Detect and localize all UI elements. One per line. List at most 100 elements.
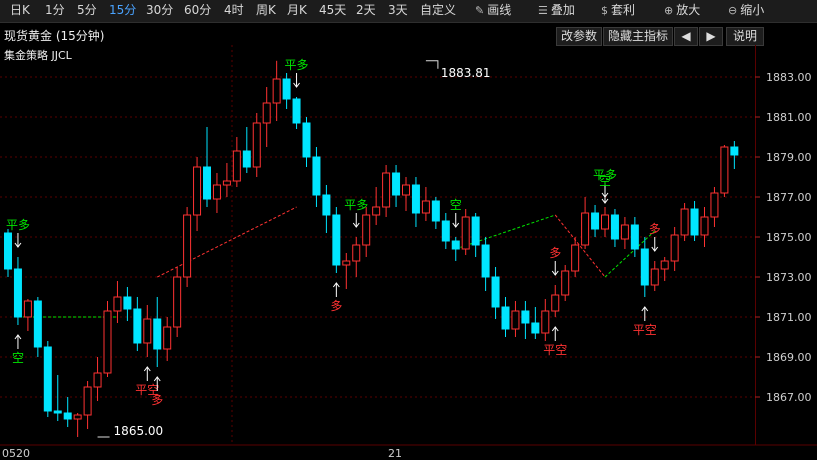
period-tab[interactable]: 45天 xyxy=(319,0,346,22)
period-tab[interactable]: 60分 xyxy=(184,0,211,22)
tool-label: 套利 xyxy=(611,3,636,17)
tool-zoom-in-button[interactable]: ⊕ 放大 xyxy=(664,0,700,22)
candle-body xyxy=(123,296,132,310)
tool-pencil-button[interactable]: ✎ 画线 xyxy=(475,0,511,22)
candlestick-chart[interactable]: 1883.00 1881.00 1879.00 1877.00 1875.00 1873.… xyxy=(0,45,817,460)
trend-line xyxy=(157,206,297,278)
period-tab[interactable]: 自定义 xyxy=(420,0,456,22)
help-button[interactable]: 说明 xyxy=(726,27,764,46)
period-tab[interactable]: 3天 xyxy=(388,0,408,22)
candle-body xyxy=(83,386,92,416)
y-tick-label: 1877.00 xyxy=(766,191,812,204)
signal-label: 平多 xyxy=(285,58,309,72)
candle-body xyxy=(451,240,460,250)
candle-body xyxy=(591,212,600,230)
candle-body xyxy=(531,322,540,334)
candle-body xyxy=(402,184,410,196)
candle-body xyxy=(212,184,221,200)
candle-body xyxy=(421,200,430,214)
x-tick-label: 0520 xyxy=(2,447,30,460)
next-button[interactable]: ▶ xyxy=(699,27,723,46)
signal-label: 多 xyxy=(330,299,342,313)
period-tab[interactable]: 5分 xyxy=(77,0,97,22)
period-tab[interactable]: 日K xyxy=(10,0,30,22)
period-tab[interactable]: 周K xyxy=(256,0,276,22)
signal-label: 空 xyxy=(599,174,611,188)
candle-body xyxy=(53,410,62,414)
candle-body xyxy=(163,326,172,350)
candle-body xyxy=(680,208,689,236)
candle-body xyxy=(312,156,321,196)
candle-body xyxy=(183,214,192,278)
period-tab[interactable]: 2天 xyxy=(356,0,376,22)
candle-body xyxy=(73,414,82,420)
y-tick-label: 1871.00 xyxy=(766,311,812,324)
candle-body xyxy=(232,150,241,182)
candle-body xyxy=(222,180,231,186)
tool-label: 叠加 xyxy=(550,3,575,17)
tool-label: 放大 xyxy=(676,3,701,17)
candle-body xyxy=(113,296,122,312)
candle-body xyxy=(521,310,530,324)
trend-line xyxy=(455,214,556,250)
candle-body xyxy=(4,232,12,270)
candle-body xyxy=(33,300,42,348)
candle-body xyxy=(23,300,32,318)
candle-body xyxy=(103,310,112,374)
candle-body xyxy=(501,306,510,330)
candle-body xyxy=(561,270,570,296)
tool-money-bag-button[interactable]: $ 套利 xyxy=(601,0,635,22)
candle-body xyxy=(431,200,440,222)
tool-zoom-out-button[interactable]: ⊖ 缩小 xyxy=(728,0,764,22)
candle-body xyxy=(610,214,619,240)
candle-body xyxy=(710,192,719,218)
candle-body xyxy=(541,310,550,334)
y-tick-label: 1883.00 xyxy=(766,71,812,84)
candle-body xyxy=(571,244,580,272)
pencil-icon: ✎ xyxy=(475,4,485,17)
candle-body xyxy=(491,276,500,308)
candle-body xyxy=(382,172,391,208)
candle-body xyxy=(133,308,142,344)
signal-label: 空 xyxy=(450,198,462,212)
period-tab[interactable]: 30分 xyxy=(146,0,173,22)
candle-body xyxy=(262,102,271,124)
candle-body xyxy=(203,166,211,200)
candle-body xyxy=(173,276,182,328)
tool-layers-button[interactable]: ☰ 叠加 xyxy=(538,0,575,22)
period-tab[interactable]: 月K xyxy=(287,0,307,22)
candle-body xyxy=(332,214,341,266)
candle-body xyxy=(640,248,649,286)
candle-body xyxy=(730,146,739,156)
candle-body xyxy=(352,244,361,262)
candle-body xyxy=(193,166,202,216)
high-price-label: 1883.81 xyxy=(441,66,491,80)
prev-button[interactable]: ◀ xyxy=(674,27,698,46)
period-tab[interactable]: 15分 xyxy=(109,0,136,22)
candle-body xyxy=(322,194,331,216)
signal-label: 多 xyxy=(649,222,661,236)
period-tab[interactable]: 4时 xyxy=(224,0,244,22)
candle-body xyxy=(362,214,371,246)
candle-body xyxy=(581,212,590,246)
candle-body xyxy=(690,208,699,236)
candle-body xyxy=(660,260,669,270)
toolbar: 日K 1分 5分 15分 30分 60分 4时 周K 月K 45天 2天 3天 自定义 ✎ 画线 ☰ 叠加 $ 套利… xyxy=(0,0,817,23)
period-tab[interactable]: 1分 xyxy=(45,0,65,22)
candle-body xyxy=(252,122,261,168)
candle-body xyxy=(630,224,639,250)
tool-label: 缩小 xyxy=(740,3,765,17)
signal-label: 多 xyxy=(151,393,163,407)
candle-body xyxy=(153,318,162,350)
tool-label: 画线 xyxy=(487,3,512,17)
candle-body xyxy=(392,172,401,196)
candle-body xyxy=(282,78,291,100)
signal-label: 平空 xyxy=(543,343,567,357)
hide-main-indicator-button[interactable]: 隐藏主指标 xyxy=(603,27,673,46)
chart-header: 现货黄金 (15分钟) 改参数 隐藏主指标 ◀ ▶ 说明 xyxy=(0,23,817,46)
candle-body xyxy=(461,216,470,250)
money-bag-icon: $ xyxy=(601,4,608,17)
change-params-button[interactable]: 改参数 xyxy=(556,27,602,46)
x-tick-label: 21 xyxy=(388,447,402,460)
signal-label: 多 xyxy=(549,246,561,260)
